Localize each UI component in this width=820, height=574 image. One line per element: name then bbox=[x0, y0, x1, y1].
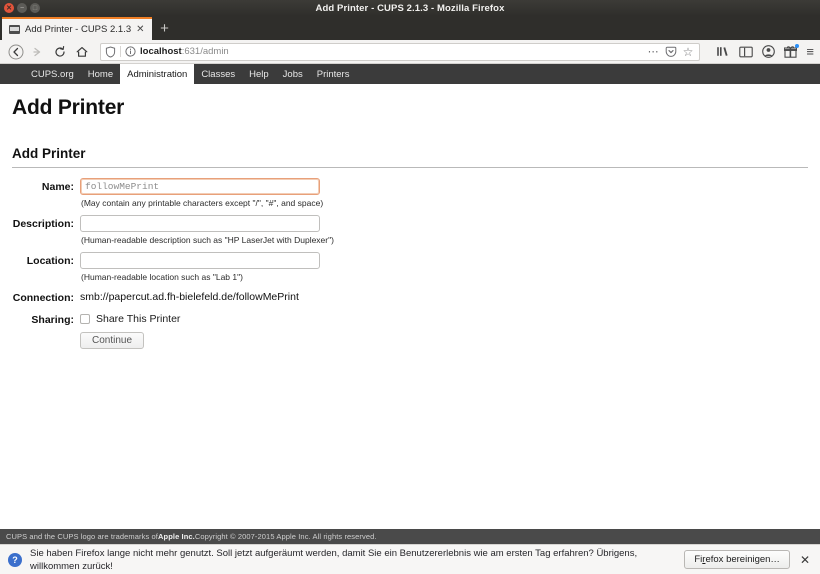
sharing-label: Sharing: bbox=[31, 314, 74, 326]
url-divider bbox=[120, 46, 121, 57]
description-label: Description: bbox=[12, 218, 74, 230]
page-content: Add Printer Add Printer Name: (May conta… bbox=[0, 84, 820, 521]
cups-nav-jobs[interactable]: Jobs bbox=[276, 64, 310, 84]
close-icon: ✕ bbox=[6, 4, 12, 12]
name-input[interactable] bbox=[80, 178, 320, 195]
share-printer-control: Share This Printer bbox=[80, 311, 808, 325]
home-icon bbox=[76, 46, 88, 57]
menu-icon[interactable]: ≡ bbox=[806, 44, 814, 59]
field-row-name: Name: (May contain any printable charact… bbox=[12, 178, 808, 215]
continue-button[interactable]: Continue bbox=[80, 332, 145, 349]
footer-text-before: CUPS and the CUPS logo are trademarks of bbox=[6, 532, 158, 541]
info-circle-icon: ? bbox=[8, 552, 22, 567]
notification-message: Sie haben Firefox lange nicht mehr genut… bbox=[30, 547, 638, 572]
url-action-icons: ⋯ ☆ bbox=[648, 45, 696, 59]
cups-nav-printers[interactable]: Printers bbox=[310, 64, 357, 84]
window-titlebar: ✕ − □ Add Printer - CUPS 2.1.3 - Mozilla… bbox=[0, 0, 820, 16]
cups-nav-home[interactable]: Home bbox=[81, 64, 120, 84]
field-row-location: Location: (Human-readable location such … bbox=[12, 252, 808, 289]
field-row-sharing: Sharing: Share This Printer Continue bbox=[12, 311, 808, 349]
notification-close-icon[interactable]: ✕ bbox=[798, 553, 812, 567]
url-host: localhost bbox=[140, 46, 182, 57]
home-button[interactable] bbox=[72, 42, 92, 62]
firefox-notification-bar: ? Sie haben Firefox lange nicht mehr gen… bbox=[0, 544, 820, 574]
reload-icon bbox=[55, 45, 65, 57]
window-minimize-button[interactable]: − bbox=[17, 3, 27, 13]
maximize-icon: □ bbox=[32, 4, 38, 12]
cups-nav-cupsorg[interactable]: CUPS.org bbox=[24, 64, 81, 84]
page-actions-icon[interactable]: ⋯ bbox=[648, 45, 659, 58]
button-suffix: efox bereinigen… bbox=[705, 554, 780, 565]
forward-arrow-icon bbox=[33, 47, 41, 56]
new-tab-button[interactable]: + bbox=[152, 17, 178, 40]
cups-nav-classes[interactable]: Classes bbox=[194, 64, 242, 84]
location-input[interactable] bbox=[80, 252, 320, 269]
name-hint: (May contain any printable characters ex… bbox=[81, 198, 324, 208]
cups-favicon-icon bbox=[9, 25, 20, 34]
refresh-firefox-button[interactable]: Firefox bereinigen… bbox=[684, 550, 790, 569]
reload-button[interactable] bbox=[50, 42, 70, 62]
tab-close-icon[interactable]: ✕ bbox=[136, 24, 144, 35]
cups-footer: CUPS and the CUPS logo are trademarks of… bbox=[0, 529, 820, 544]
url-path: :631/admin bbox=[181, 46, 229, 57]
gift-badge-dot bbox=[795, 44, 800, 48]
share-printer-label: Share This Printer bbox=[96, 313, 181, 325]
field-row-description: Description: (Human-readable description… bbox=[12, 215, 808, 252]
browser-toolbar: localhost:631/admin ⋯ ☆ ≡ bbox=[0, 40, 820, 64]
footer-brand: Apple Inc. bbox=[158, 532, 195, 541]
window-controls: ✕ − □ bbox=[0, 3, 40, 13]
window-title: Add Printer - CUPS 2.1.3 - Mozilla Firef… bbox=[315, 2, 505, 14]
shield-icon[interactable] bbox=[105, 45, 116, 58]
back-arrow-icon bbox=[8, 44, 24, 59]
gift-icon[interactable] bbox=[784, 44, 800, 58]
cups-nav-help[interactable]: Help bbox=[242, 64, 276, 84]
location-label: Location: bbox=[26, 255, 74, 267]
url-bar[interactable]: localhost:631/admin ⋯ ☆ bbox=[100, 42, 701, 61]
minimize-icon: − bbox=[19, 4, 25, 12]
window-maximize-button[interactable]: □ bbox=[30, 3, 40, 13]
bookmark-star-icon[interactable]: ☆ bbox=[683, 45, 694, 59]
description-input[interactable] bbox=[80, 215, 320, 232]
forward-button[interactable] bbox=[28, 42, 48, 62]
url-text: localhost:631/admin bbox=[140, 46, 644, 57]
footer-text-after: Copyright © 2007-2015 Apple Inc. All rig… bbox=[194, 532, 377, 541]
field-row-connection: Connection: smb://papercut.ad.fh-bielefe… bbox=[12, 289, 808, 304]
tab-label: Add Printer - CUPS 2.1.3 bbox=[25, 24, 132, 35]
sidebar-icon[interactable] bbox=[739, 46, 754, 58]
section-title: Add Printer bbox=[12, 146, 86, 161]
cups-nav-administration[interactable]: Administration bbox=[120, 64, 195, 84]
location-hint: (Human-readable location such as "Lab 1"… bbox=[81, 272, 243, 282]
toolbar-action-icons: ≡ bbox=[708, 44, 814, 59]
section-divider bbox=[12, 167, 808, 168]
window-close-button[interactable]: ✕ bbox=[4, 3, 14, 13]
tab-strip: Add Printer - CUPS 2.1.3 ✕ + bbox=[0, 16, 820, 40]
connection-value: smb://papercut.ad.fh-bielefeld.de/follow… bbox=[80, 291, 299, 303]
name-label: Name: bbox=[41, 181, 74, 193]
tab-add-printer[interactable]: Add Printer - CUPS 2.1.3 ✕ bbox=[2, 17, 152, 40]
info-icon[interactable] bbox=[125, 46, 136, 57]
back-button[interactable] bbox=[6, 42, 26, 62]
library-icon[interactable] bbox=[716, 45, 730, 58]
connection-label: Connection: bbox=[12, 292, 74, 304]
add-printer-form: Name: (May contain any printable charact… bbox=[12, 178, 808, 349]
account-icon[interactable] bbox=[762, 45, 776, 58]
share-printer-checkbox[interactable] bbox=[80, 314, 90, 324]
description-hint: (Human-readable description such as "HP … bbox=[81, 235, 334, 245]
pocket-icon[interactable] bbox=[665, 46, 677, 58]
page-title: Add Printer bbox=[12, 96, 125, 119]
cups-navigation: CUPS.org Home Administration Classes Hel… bbox=[0, 64, 820, 84]
